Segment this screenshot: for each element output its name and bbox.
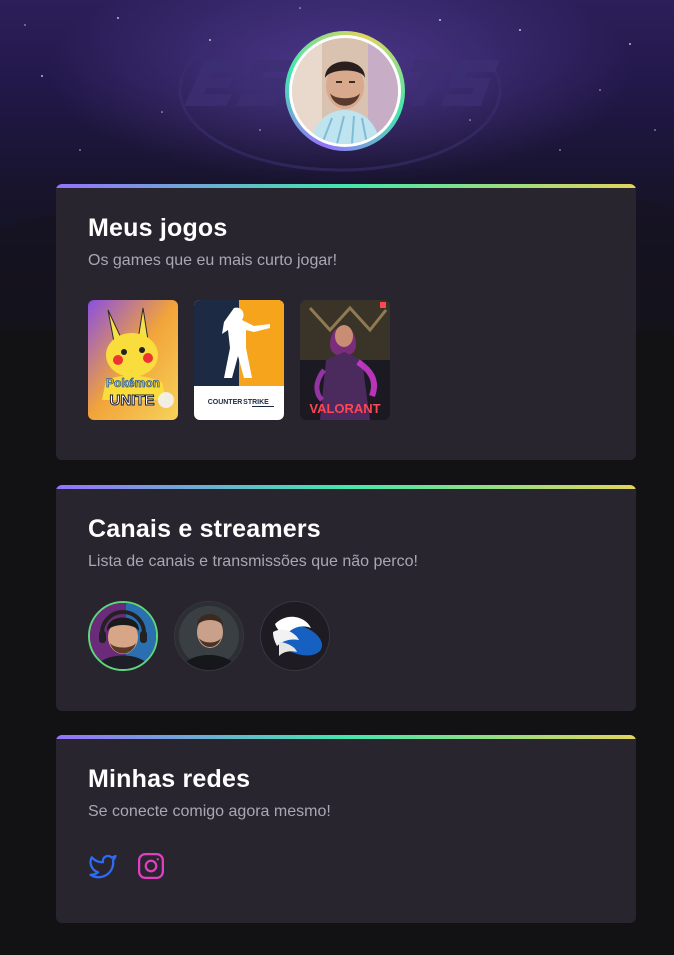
streamers-title: Canais e streamers [88,515,321,543]
social-links [88,851,166,881]
twitter-icon[interactable] [88,851,118,881]
games-subtitle: Os games que eu mais curto jogar! [88,252,338,269]
social-card: Minhas redes Se conecte comigo agora mes… [56,735,636,923]
unite-logo-text: UNITE [110,392,155,409]
social-subtitle: Se conecte comigo agora mesmo! [88,803,331,820]
streamers-list [88,601,330,671]
streamer-avatar-1[interactable] [88,601,158,671]
games-title: Meus jogos [88,214,228,242]
games-list: Pokémon UNITE COUNTER STRIKE VALORANT [88,300,390,420]
cs-logo-counter: COUNTER [208,399,243,406]
streamer-avatar-3[interactable] [260,601,330,671]
game-counter-strike[interactable]: COUNTER STRIKE [194,300,284,420]
profile-photo [292,38,398,144]
social-title: Minhas redes [88,765,251,793]
game-pokemon-unite[interactable]: Pokémon UNITE [88,300,178,420]
cs-logo-strike: STRIKE [243,399,269,406]
instagram-icon[interactable] [136,851,166,881]
games-card: Meus jogos Os games que eu mais curto jo… [56,184,636,460]
valorant-logo-text: VALORANT [309,401,380,416]
streamers-subtitle: Lista de canais e transmissões que não p… [88,553,418,570]
profile-avatar [285,31,405,151]
game-valorant[interactable]: VALORANT [300,300,390,420]
streamer-avatar-2[interactable] [174,601,244,671]
streamers-card: Canais e streamers Lista de canais e tra… [56,485,636,711]
pokemon-logo-text: Pokémon [106,376,160,390]
